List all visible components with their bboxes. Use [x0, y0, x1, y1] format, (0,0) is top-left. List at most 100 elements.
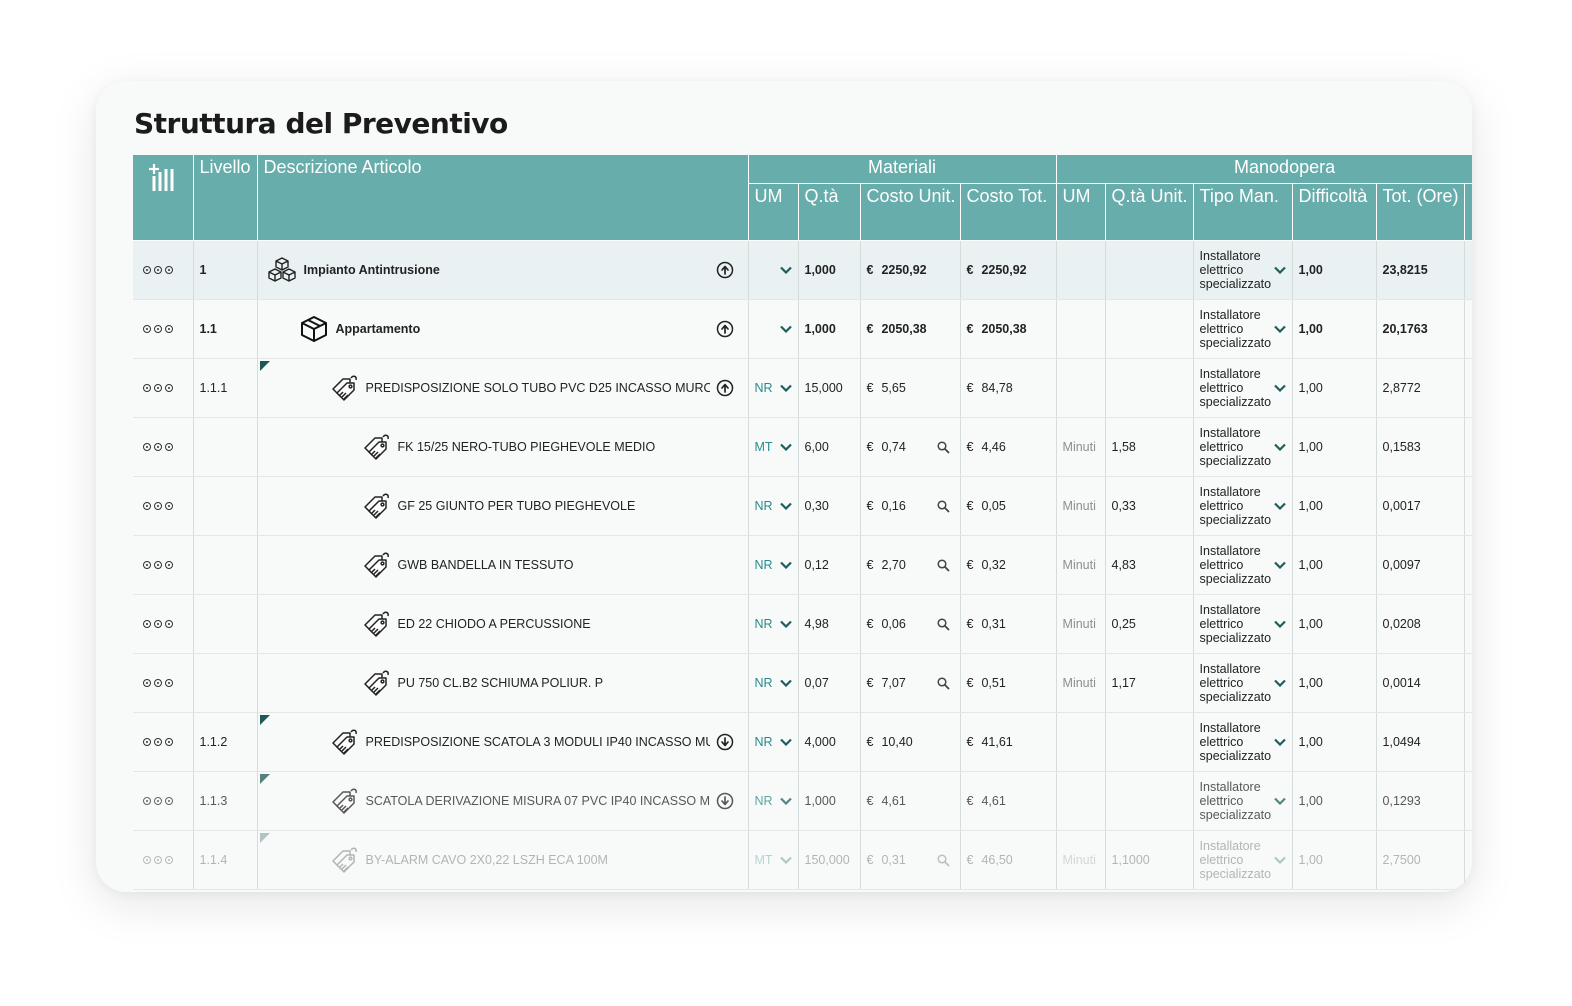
table-row[interactable]: 1.1.3 SCATOLA DERIVAZIONE MISURA 07 PVC …	[133, 771, 1472, 831]
qta-value[interactable]: 1,000	[798, 771, 861, 831]
table-row[interactable]: GF 25 GIUNTO PER TUBO PIEGHEVOLE NR 0,30…	[133, 476, 1472, 536]
table-row[interactable]: 1.1 Appartamento 1,000 € 2050,38 € 2050,…	[133, 299, 1472, 359]
qta-value[interactable]: 1,000	[798, 240, 861, 300]
row-menu-icon[interactable]	[143, 856, 173, 864]
um-manodopera-value[interactable]: Minuti	[1056, 830, 1106, 890]
move-arrow-icon[interactable]	[716, 320, 734, 338]
um-select[interactable]: NR	[748, 712, 799, 772]
row-description-cell[interactable]: BY-ALARM CAVO 2X0,22 LSZH ECA 100M	[257, 830, 749, 890]
um-manodopera-value[interactable]	[1056, 299, 1106, 359]
difficolta-value[interactable]: 1,00	[1292, 653, 1377, 713]
table-row[interactable]: 1.1.1 PREDISPOSIZIONE SOLO TUBO PVC D25 …	[133, 358, 1472, 418]
chevron-down-icon[interactable]	[779, 679, 792, 687]
columns-settings-icon[interactable]	[148, 163, 178, 193]
qta-unit-value[interactable]: 4,83	[1105, 535, 1194, 595]
um-manodopera-value[interactable]: Minuti	[1056, 417, 1106, 477]
difficolta-value[interactable]: 1,00	[1292, 476, 1377, 536]
chevron-down-icon[interactable]	[1273, 620, 1286, 628]
drag-handle[interactable]	[133, 240, 194, 300]
difficolta-value[interactable]: 1,00	[1292, 299, 1377, 359]
row-menu-icon[interactable]	[143, 738, 173, 746]
costo-unit-cell[interactable]: € 0,31	[860, 830, 961, 890]
um-manodopera-value[interactable]: Minuti	[1056, 653, 1106, 713]
row-menu-icon[interactable]	[143, 679, 173, 687]
table-row[interactable]: PU 750 CL.B2 SCHIUMA POLIUR. P NR 0,07 €…	[133, 653, 1472, 713]
chevron-down-icon[interactable]	[779, 738, 792, 746]
chevron-down-icon[interactable]	[1273, 325, 1286, 333]
column-settings-header[interactable]	[133, 155, 194, 241]
chevron-down-icon[interactable]	[1273, 738, 1286, 746]
qta-value[interactable]: 4,98	[798, 594, 861, 654]
chevron-down-icon[interactable]	[1273, 561, 1286, 569]
qta-unit-value[interactable]	[1105, 240, 1194, 300]
tipo-man-select[interactable]: Installatore elettrico specializzato	[1193, 299, 1293, 359]
chevron-down-icon[interactable]	[1273, 679, 1286, 687]
drag-handle[interactable]	[133, 594, 194, 654]
header-costo-unit[interactable]: Costo Unit.	[860, 183, 961, 241]
um-select[interactable]: NR	[748, 653, 799, 713]
costo-unit-cell[interactable]: € 0,16	[860, 476, 961, 536]
chevron-down-icon[interactable]	[779, 384, 792, 392]
costo-unit-cell[interactable]: € 0,06	[860, 594, 961, 654]
um-select[interactable]: MT	[748, 830, 799, 890]
costo-unit-cell[interactable]: € 2,70	[860, 535, 961, 595]
move-arrow-icon[interactable]	[716, 733, 734, 751]
row-menu-icon[interactable]	[143, 797, 173, 805]
tipo-man-select[interactable]: Installatore elettrico specializzato	[1193, 358, 1293, 418]
um-select[interactable]: NR	[748, 594, 799, 654]
chevron-down-icon[interactable]	[1273, 266, 1286, 274]
header-um[interactable]: UM	[748, 183, 799, 241]
tipo-man-select[interactable]: Installatore elettrico specializzato	[1193, 653, 1293, 713]
qta-unit-value[interactable]	[1105, 299, 1194, 359]
difficolta-value[interactable]: 1,00	[1292, 594, 1377, 654]
tipo-man-select[interactable]: Installatore elettrico specializzato	[1193, 830, 1293, 890]
header-um-manodopera[interactable]: UM	[1056, 183, 1106, 241]
row-description-cell[interactable]: FK 15/25 NERO-TUBO PIEGHEVOLE MEDIO	[257, 417, 749, 477]
drag-handle[interactable]	[133, 417, 194, 477]
table-row[interactable]: 1.1.4 BY-ALARM CAVO 2X0,22 LSZH ECA 100M…	[133, 830, 1472, 890]
move-arrow-icon[interactable]	[716, 261, 734, 279]
um-select[interactable]: MT	[748, 417, 799, 477]
costo-unit-cell[interactable]: € 5,65	[860, 358, 961, 418]
tipo-man-select[interactable]: Installatore elettrico specializzato	[1193, 535, 1293, 595]
difficolta-value[interactable]: 1,00	[1292, 830, 1377, 890]
table-row[interactable]: 1 Impianto Antintrusione 1,000 € 2250,92	[133, 240, 1472, 300]
row-description-cell[interactable]: GF 25 GIUNTO PER TUBO PIEGHEVOLE	[257, 476, 749, 536]
costo-unit-cell[interactable]: € 10,40	[860, 712, 961, 772]
search-icon[interactable]	[936, 617, 950, 631]
header-livello[interactable]: Livello	[193, 155, 258, 241]
um-select[interactable]	[748, 240, 799, 300]
um-select[interactable]: NR	[748, 535, 799, 595]
um-manodopera-value[interactable]	[1056, 240, 1106, 300]
row-menu-icon[interactable]	[143, 502, 173, 510]
header-tipo-man[interactable]: Tipo Man.	[1193, 183, 1293, 241]
um-select[interactable]: NR	[748, 476, 799, 536]
drag-handle[interactable]	[133, 771, 194, 831]
drag-handle[interactable]	[133, 712, 194, 772]
difficolta-value[interactable]: 1,00	[1292, 712, 1377, 772]
um-manodopera-value[interactable]: Minuti	[1056, 535, 1106, 595]
qta-unit-value[interactable]	[1105, 771, 1194, 831]
row-menu-icon[interactable]	[143, 561, 173, 569]
chevron-down-icon[interactable]	[779, 561, 792, 569]
um-manodopera-value[interactable]: Minuti	[1056, 594, 1106, 654]
qta-value[interactable]: 6,00	[798, 417, 861, 477]
header-costo-tot[interactable]: Costo Tot.	[960, 183, 1057, 241]
qta-unit-value[interactable]	[1105, 712, 1194, 772]
um-select[interactable]: NR	[748, 358, 799, 418]
qta-unit-value[interactable]: 1,1000	[1105, 830, 1194, 890]
row-description-cell[interactable]: PREDISPOSIZIONE SOLO TUBO PVC D25 INCASS…	[257, 358, 749, 418]
chevron-down-icon[interactable]	[1273, 384, 1286, 392]
move-arrow-icon[interactable]	[716, 792, 734, 810]
qta-unit-value[interactable]	[1105, 358, 1194, 418]
row-description-cell[interactable]: PREDISPOSIZIONE SCATOLA 3 MODULI IP40 IN…	[257, 712, 749, 772]
drag-handle[interactable]	[133, 830, 194, 890]
row-description-cell[interactable]: SCATOLA DERIVAZIONE MISURA 07 PVC IP40 I…	[257, 771, 749, 831]
chevron-down-icon[interactable]	[1273, 797, 1286, 805]
row-description-cell[interactable]: ED 22 CHIODO A PERCUSSIONE	[257, 594, 749, 654]
tipo-man-select[interactable]: Installatore elettrico specializzato	[1193, 771, 1293, 831]
um-manodopera-value[interactable]	[1056, 771, 1106, 831]
costo-unit-cell[interactable]: € 0,74	[860, 417, 961, 477]
chevron-down-icon[interactable]	[1273, 502, 1286, 510]
chevron-down-icon[interactable]	[779, 856, 792, 864]
